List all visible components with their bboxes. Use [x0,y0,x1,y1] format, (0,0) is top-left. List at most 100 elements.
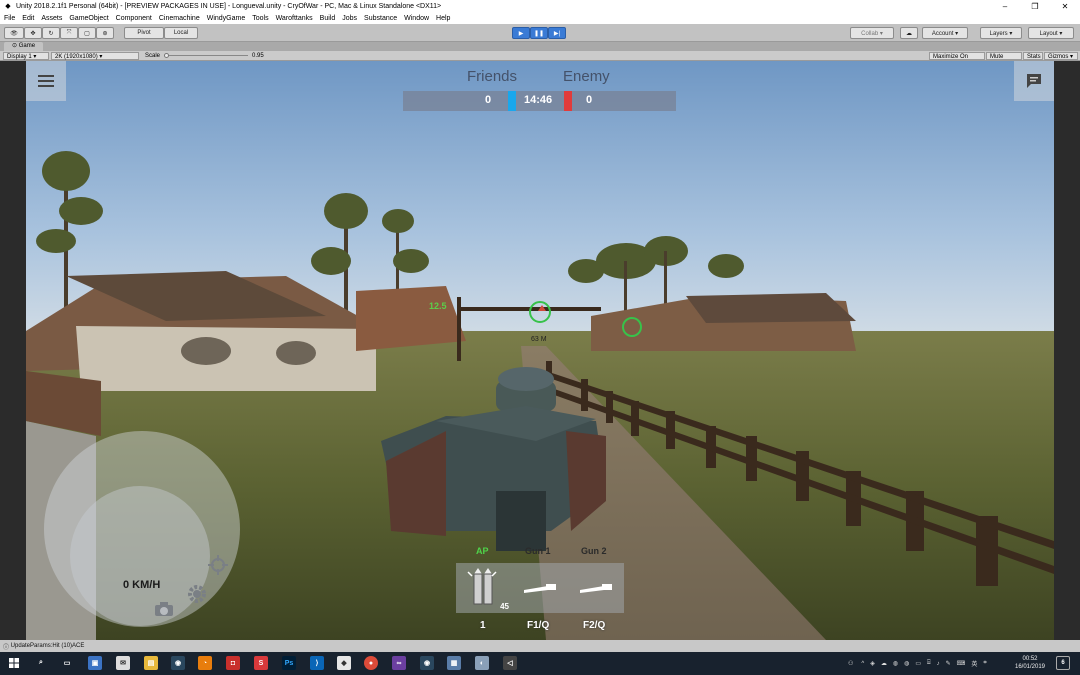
tray-app2-icon[interactable]: ◍ [904,660,909,667]
hamburger-menu-button[interactable] [26,61,66,101]
rotate-tool-button[interactable]: ↻ [42,27,60,39]
menu-file[interactable]: File [4,15,15,22]
step-button[interactable]: ▶| [548,27,566,39]
close-button[interactable]: ✕ [1050,0,1080,12]
dropbox-icon[interactable]: ◈ [870,660,875,667]
local-label: Local [173,30,189,36]
step-icon: ▶| [553,30,561,37]
joystick-thumb[interactable] [70,486,210,626]
scale-slider-handle[interactable] [164,53,169,58]
menu-cinemachine[interactable]: Cinemachine [159,15,200,22]
viewport-right-letterbox [1054,61,1080,640]
people-icon[interactable]: ⚇ [848,660,853,667]
mute-audio-toggle[interactable]: Mute Audio [986,52,1022,68]
crosshair-icon[interactable] [208,555,228,575]
start-icon[interactable] [7,656,21,670]
pen-icon[interactable]: ✎ [946,660,951,667]
substance-icon[interactable]: S [254,656,268,670]
pause-button[interactable]: ❚❚ [530,27,548,39]
app-blue-icon[interactable]: ▦ [447,656,461,670]
keyboard-icon[interactable]: ⌨ [957,660,966,667]
menu-help[interactable]: Help [436,15,450,22]
steam-client-icon[interactable]: ◉ [420,656,434,670]
ammo-slot-ap[interactable]: 45 [456,563,512,613]
menu-warofttanks[interactable]: Warofttanks [276,15,313,22]
stats-toggle[interactable]: Stats [1023,52,1043,60]
collab-dropdown[interactable]: Collab ▾ [850,27,894,39]
chrome-icon[interactable]: ● [364,656,378,670]
game-viewport[interactable]: Friends Enemy 0 14:46 0 63 M 12.5 0 KM/H [26,61,1054,640]
scale-slider[interactable] [164,55,248,56]
folder-icon[interactable]: ▤ [144,656,158,670]
menu-jobs[interactable]: Jobs [342,15,357,22]
menu-component[interactable]: Component [116,15,152,22]
ammo-slot-gun2[interactable] [568,563,624,613]
transform-tool-button[interactable]: ⊛ [96,27,114,39]
resolution-dropdown[interactable]: 2K (1920x1080) ▾ [51,52,139,60]
menu-tools[interactable]: Tools [252,15,268,22]
ime-icon[interactable]: ⌗ [983,660,986,667]
layout-dropdown[interactable]: Layout ▾ [1028,27,1074,39]
game-tab[interactable]: ⊙ Game [4,42,44,51]
play-button[interactable]: ▶ [512,27,530,39]
app-red-icon[interactable]: ◘ [226,656,240,670]
unity-hub-icon[interactable]: ◆ [337,656,351,670]
tray-chevron-icon[interactable]: ^ [861,661,864,667]
battery-icon[interactable]: ▭ [915,660,921,667]
account-dropdown[interactable]: Account ▾ [922,27,968,39]
clock-date: 16/01/2019 [1014,664,1046,670]
maximize-on-play-toggle[interactable]: Maximize On Play [929,52,985,68]
rect-tool-button[interactable]: ▢ [78,27,96,39]
volume-icon[interactable]: ♪ [937,661,940,667]
scale-icon: ⤧ [66,29,72,36]
chat-button[interactable] [1014,61,1054,101]
cloud-tray-icon[interactable]: ☁ [881,660,887,667]
menu-edit[interactable]: Edit [22,15,34,22]
unity-editor-icon[interactable]: ◁ [503,656,517,670]
account-label: Account ▾ [931,30,959,37]
menu-assets[interactable]: Assets [41,15,62,22]
app-globe-icon[interactable]: ◐ [475,656,489,670]
network-icon[interactable]: ⌸ [927,660,931,667]
search-icon[interactable]: ⌕ [34,656,48,670]
mail-icon[interactable]: ✉ [116,656,130,670]
ammo-slot-gun1[interactable] [512,563,568,613]
tray-app-icon[interactable]: ◍ [893,660,898,667]
photoshop-icon[interactable]: Ps [282,656,296,670]
cloud-button[interactable]: ☁ [900,27,918,39]
view-tool-button[interactable]: 👁 [4,27,24,39]
scale-tool-button[interactable]: ⤧ [60,27,78,39]
ammo-labels: AP Gun 1 Gun 2 [466,546,626,558]
store-icon[interactable]: ▣ [88,656,102,670]
camera-icon[interactable] [154,601,174,617]
layout-label: Layout ▾ [1039,30,1063,37]
task-view-icon[interactable]: ▭ [60,656,74,670]
game-tab-row: ⊙ Game [0,42,1080,51]
menu-window[interactable]: Window [404,15,429,22]
minimize-button[interactable]: – [990,0,1020,12]
steam-icon[interactable]: ◉ [171,656,185,670]
eye-icon: 👁 [10,30,18,37]
menu-substance[interactable]: Substance [364,15,397,22]
layers-dropdown[interactable]: Layers ▾ [980,27,1022,39]
input-language[interactable]: 英 [971,659,977,668]
vscode-icon[interactable]: ⟩ [310,656,324,670]
display-dropdown[interactable]: Display 1 ▾ [3,52,49,60]
pivot-toggle[interactable]: Pivot [124,27,164,39]
gizmos-dropdown[interactable]: Gizmos ▾ [1044,52,1078,60]
ammo-type-ap: AP [476,546,489,556]
move-tool-button[interactable]: ✥ [24,27,42,39]
blender-icon[interactable]: ◔ [198,656,212,670]
visual-studio-icon[interactable]: ∞ [392,656,406,670]
menu-gameobject[interactable]: GameObject [69,15,108,22]
status-message[interactable]: UpdateParams:Hit (10)ACE [11,643,85,649]
team-labels: Friends Enemy [403,67,676,87]
menu-windygame[interactable]: WindyGame [207,15,246,22]
resolution-label: 2K (1920x1080) [55,54,98,60]
notification-center-icon[interactable]: 6 [1056,656,1070,670]
taskbar-clock[interactable]: 00:52 16/01/2019 [1012,655,1048,671]
maximize-button[interactable]: ❐ [1020,0,1050,12]
gear-icon[interactable] [186,583,208,605]
menu-build[interactable]: Build [320,15,336,22]
local-toggle[interactable]: Local [164,27,198,39]
